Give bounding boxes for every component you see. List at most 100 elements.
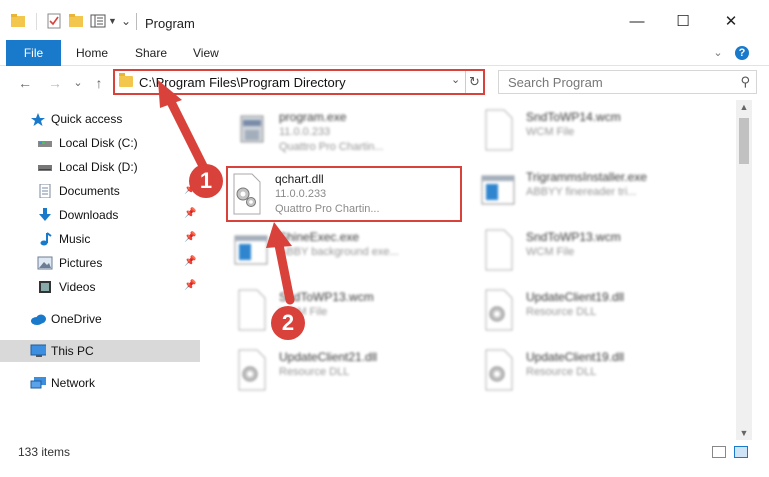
- address-path[interactable]: C:\Program Files\Program Directory: [139, 75, 346, 90]
- file-name: UpdateClient21.dll: [279, 350, 378, 364]
- selected-file-qchart[interactable]: qchart.dll 11.0.0.233 Quattro Pro Charti…: [226, 166, 462, 222]
- computer-icon: [30, 344, 46, 357]
- pin-icon[interactable]: 📌: [184, 208, 196, 219]
- address-row: ← → ⌄ ↑ C:\Program Files\Program Directo…: [0, 66, 769, 100]
- file-item[interactable]: SndToWP13.wcm WCM File: [229, 286, 469, 342]
- maximize-button[interactable]: ☐: [668, 10, 698, 34]
- scroll-down-icon[interactable]: ▼: [736, 426, 752, 440]
- dll-gear-icon: [485, 289, 513, 331]
- up-button[interactable]: ↑: [90, 74, 108, 92]
- file-detail: Resource DLL: [526, 366, 597, 378]
- file-name: qchart.dll: [275, 172, 324, 186]
- file-name: SndToWP13.wcm: [526, 230, 621, 244]
- file-item[interactable]: program.exe 11.0.0.233 Quattro Pro Chart…: [229, 106, 469, 162]
- sidebar-item-network[interactable]: Network: [0, 372, 200, 394]
- file-name: TrigrammsInstaller.exe: [526, 170, 647, 184]
- search-input[interactable]: Search Program: [508, 75, 603, 90]
- file-detail: ABBYY finereader tri...: [526, 186, 637, 198]
- tab-view[interactable]: View: [193, 40, 219, 66]
- scroll-up-icon[interactable]: ▲: [736, 100, 752, 114]
- help-icon[interactable]: ?: [735, 46, 749, 60]
- new-folder-icon[interactable]: [68, 13, 84, 29]
- window-title: Program: [145, 16, 195, 31]
- tab-share[interactable]: Share: [135, 40, 167, 66]
- file-name: SndToWP13.wcm: [279, 290, 374, 304]
- search-icon[interactable]: ⚲: [740, 74, 750, 90]
- scroll-thumb[interactable]: [739, 118, 749, 164]
- dll-gear-icon: [485, 349, 513, 391]
- star-icon: [31, 113, 45, 126]
- file-item[interactable]: ShineExec.exe ABBY background exe...: [229, 226, 469, 282]
- file-detail: ABBY background exe...: [279, 246, 399, 258]
- tab-file[interactable]: File: [6, 40, 61, 66]
- folder-icon: [119, 73, 133, 87]
- pictures-icon: [37, 256, 53, 270]
- file-item[interactable]: SndToWP13.wcm WCM File: [476, 226, 716, 282]
- music-icon: [40, 232, 52, 246]
- pin-icon[interactable]: 📌: [184, 232, 196, 243]
- recent-locations-button[interactable]: ⌄: [69, 74, 87, 92]
- sidebar-item-onedrive[interactable]: OneDrive: [0, 308, 200, 330]
- exe-icon: [240, 115, 264, 143]
- view-options-icon[interactable]: [90, 14, 106, 28]
- file-detail: 11.0.0.233: [275, 188, 327, 200]
- sidebar-item-label: Documents: [59, 184, 120, 198]
- app-window-icon: [481, 175, 515, 205]
- title-bar: ▼ ⌄ Program — ☐ ✕: [0, 0, 769, 40]
- videos-icon: [39, 281, 51, 293]
- file-detail: Quattro Pro Chartin...: [279, 141, 384, 153]
- pin-icon[interactable]: 📌: [184, 256, 196, 267]
- file-name: program.exe: [279, 110, 347, 124]
- ribbon-expand-icon[interactable]: ⌄: [711, 46, 725, 60]
- network-icon: [30, 377, 46, 389]
- close-button[interactable]: ✕: [716, 10, 746, 34]
- annotation-step-1: 1: [189, 164, 223, 198]
- pin-icon[interactable]: 📌: [184, 280, 196, 291]
- sidebar-item-local-disk-c[interactable]: Local Disk (C:): [0, 132, 200, 154]
- file-item[interactable]: TrigrammsInstaller.exe ABBYY finereader …: [476, 166, 716, 222]
- address-dropdown-icon[interactable]: ⌄: [451, 73, 460, 86]
- sidebar-item-label: Pictures: [59, 256, 103, 270]
- back-button[interactable]: ←: [16, 74, 34, 92]
- sidebar-item-label: Network: [51, 376, 96, 390]
- sidebar-item-label: Local Disk (C:): [59, 136, 138, 150]
- refresh-button[interactable]: ↻: [465, 71, 483, 93]
- minimize-button[interactable]: —: [622, 10, 652, 34]
- sidebar-item-downloads[interactable]: Downloads 📌: [0, 204, 200, 226]
- dll-gear-icon: [238, 349, 266, 391]
- forward-button[interactable]: →: [46, 74, 64, 92]
- app-window-icon: [234, 235, 268, 265]
- sidebar-item-label: OneDrive: [51, 312, 102, 326]
- tab-home[interactable]: Home: [76, 40, 108, 66]
- sidebar-item-videos[interactable]: Videos 📌: [0, 276, 200, 298]
- cloud-icon: [31, 314, 46, 325]
- file-item[interactable]: UpdateClient21.dll Resource DLL: [229, 346, 469, 402]
- address-bar[interactable]: C:\Program Files\Program Directory ⌄ ↻: [113, 69, 485, 95]
- vertical-scrollbar[interactable]: ▲ ▼: [736, 100, 752, 440]
- file-item[interactable]: UpdateClient19.dll Resource DLL: [476, 346, 716, 402]
- folder-icon: [11, 14, 25, 27]
- sidebar-item-label: Quick access: [51, 112, 123, 126]
- sidebar-item-quick-access[interactable]: Quick access: [0, 108, 200, 130]
- file-item[interactable]: SndToWP14.wcm WCM File: [476, 106, 716, 162]
- sidebar-item-label: This PC: [51, 344, 94, 358]
- sidebar-item-documents[interactable]: Documents 📌: [0, 180, 200, 202]
- file-item[interactable]: UpdateClient19.dll Resource DLL: [476, 286, 716, 342]
- sidebar-item-label: Videos: [59, 280, 96, 294]
- large-icons-view-icon[interactable]: [734, 446, 748, 458]
- blank-file-icon: [485, 109, 513, 151]
- search-box[interactable]: Search Program ⚲: [498, 70, 757, 94]
- file-explorer-window: ▼ ⌄ Program — ☐ ✕ File Home Share View ⌄…: [0, 0, 769, 477]
- sidebar-item-this-pc[interactable]: This PC: [0, 340, 200, 362]
- properties-icon[interactable]: [46, 12, 62, 30]
- file-detail: Resource DLL: [279, 366, 350, 378]
- file-detail: WCM File: [526, 246, 575, 258]
- details-view-icon[interactable]: [712, 446, 726, 458]
- customize-toolbar-icon[interactable]: ▼: [108, 16, 117, 26]
- sidebar-item-pictures[interactable]: Pictures 📌: [0, 252, 200, 274]
- drive-icon: [38, 141, 52, 147]
- toolbar-dropdown-icon[interactable]: ⌄: [121, 14, 131, 28]
- title-separator: [136, 13, 137, 30]
- sidebar-item-music[interactable]: Music 📌: [0, 228, 200, 250]
- sidebar-item-local-disk-d[interactable]: Local Disk (D:): [0, 156, 200, 178]
